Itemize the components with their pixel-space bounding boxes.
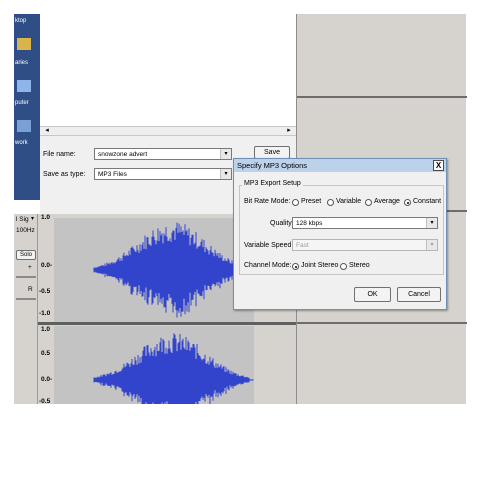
cancel-button[interactable]: Cancel (397, 287, 441, 302)
file-name-label: File name: (43, 151, 76, 158)
libraries-icon[interactable] (17, 38, 31, 50)
pan-right-label: R (28, 286, 33, 293)
desktop-strip: ktop aries puter work (14, 14, 40, 200)
quality-label: Quality (270, 220, 292, 227)
variable-speed-value: Fast (296, 242, 309, 249)
mode-average-label: Average (374, 198, 400, 205)
variable-speed-select: Fast ▾ (292, 239, 438, 251)
chevron-down-icon[interactable]: ▾ (220, 149, 231, 159)
solo-button[interactable]: Solo (16, 250, 36, 260)
scale-label: -0.5 (39, 288, 51, 295)
desktop-label: aries (15, 60, 29, 66)
ok-button[interactable]: OK (354, 287, 391, 302)
plus-label: + (28, 264, 32, 271)
mp3-options-dialog: Specify MP3 Options X MP3 Export Setup B… (233, 158, 447, 310)
track-control-panel: l Sig ▾ 100Hz Solo + R (14, 214, 38, 404)
gain-slider[interactable] (16, 276, 36, 278)
radio-average[interactable] (365, 199, 372, 206)
waveform-track-2 (93, 333, 254, 404)
mode-constant-label: Constant (413, 198, 442, 205)
group-title: MP3 Export Setup (242, 180, 303, 187)
horizontal-scrollbar[interactable]: ◂ ▸ (40, 126, 296, 136)
channel-joint-stereo-label: Joint Stereo (301, 262, 339, 269)
chevron-down-icon[interactable]: ▾ (31, 215, 34, 222)
scroll-left-icon[interactable]: ◂ (42, 127, 52, 135)
desktop-label: ktop (15, 18, 27, 24)
scale-label: 1.0 (41, 326, 51, 333)
desktop-label: work (15, 140, 28, 146)
radio-joint-stereo[interactable] (292, 263, 299, 270)
quality-value: 128 kbps (296, 220, 323, 227)
variable-speed-label: Variable Speed: (244, 242, 294, 249)
desktop-label: puter (15, 100, 29, 106)
file-list[interactable] (40, 14, 296, 126)
radio-variable[interactable] (327, 199, 334, 206)
radio-constant[interactable] (404, 199, 411, 206)
pan-slider[interactable] (16, 298, 36, 300)
close-icon[interactable]: X (433, 160, 444, 171)
quality-select[interactable]: 128 kbps ▾ (292, 217, 438, 229)
scale-label: 0.0- (41, 262, 53, 269)
mode-preset-label: Preset (301, 198, 322, 205)
chevron-down-icon: ▾ (426, 240, 437, 250)
waveform-track-1 (93, 222, 254, 318)
network-icon[interactable] (17, 120, 31, 132)
file-name-input[interactable]: snowzone advert ▾ (94, 148, 232, 160)
track-separator (297, 322, 467, 324)
track-rate: 100Hz (16, 227, 35, 234)
channel-mode-label: Channel Mode: (244, 262, 292, 269)
scale-label: -1.0 (39, 310, 51, 317)
scale-label: 0.0- (41, 376, 53, 383)
file-name-value: snowzone advert (98, 151, 148, 158)
waveform-svg (93, 222, 254, 404)
save-as-type-select[interactable]: MP3 Files ▾ (94, 168, 232, 180)
chevron-down-icon[interactable]: ▾ (426, 218, 437, 228)
computer-icon[interactable] (17, 80, 31, 92)
channel-stereo-label: Stereo (349, 262, 370, 269)
chevron-down-icon[interactable]: ▾ (220, 169, 231, 179)
track-name[interactable]: l Sig (16, 216, 29, 223)
dialog-title[interactable]: Specify MP3 Options (234, 159, 446, 172)
radio-preset[interactable] (292, 199, 299, 206)
mode-variable-label: Variable (336, 198, 362, 205)
scale-label: 0.5 (41, 350, 51, 357)
scroll-right-icon[interactable]: ▸ (284, 127, 294, 135)
radio-stereo[interactable] (340, 263, 347, 270)
scale-label: -0.5 (39, 398, 51, 405)
bit-rate-mode-label: Bit Rate Mode: (244, 198, 291, 205)
scale-label: 1.0 (41, 214, 51, 221)
save-as-type-value: MP3 Files (98, 171, 127, 178)
save-as-type-label: Save as type: (43, 171, 86, 178)
track-separator (297, 96, 467, 98)
